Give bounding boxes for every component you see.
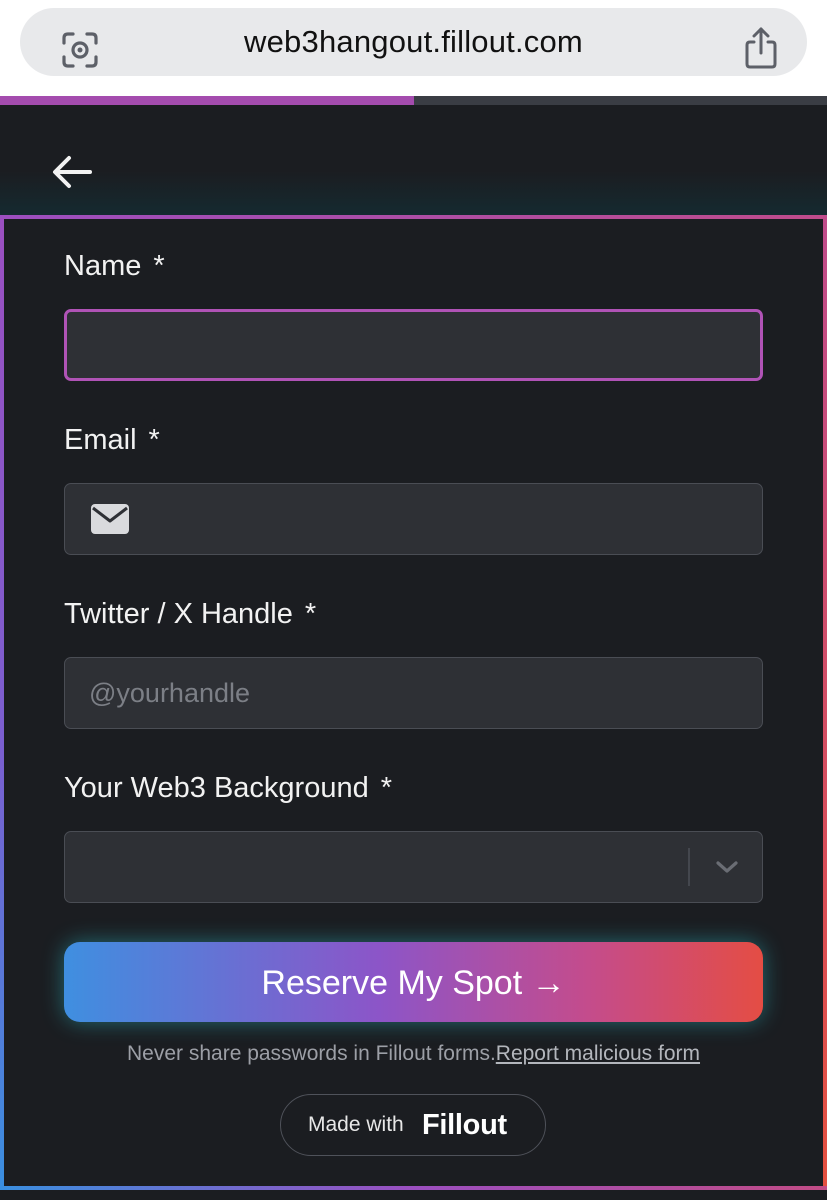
twitter-label-text: Twitter / X Handle [64, 598, 293, 630]
twitter-handle-field[interactable] [64, 657, 763, 729]
name-field[interactable] [64, 309, 763, 381]
name-label: Name * [64, 248, 165, 284]
made-with-fillout-badge[interactable]: Made with Fillout [280, 1094, 546, 1156]
progress-bar [0, 96, 827, 105]
email-input[interactable] [65, 484, 762, 554]
email-required-mark: * [148, 424, 160, 456]
name-input[interactable] [67, 312, 760, 378]
fillout-logo: Fillout [422, 1109, 507, 1141]
email-label-text: Email [64, 424, 137, 456]
select-divider [688, 848, 690, 886]
address-bar[interactable]: web3hangout.fillout.com [20, 8, 807, 76]
form-card-bottom-edge [0, 1186, 827, 1190]
share-icon[interactable] [743, 26, 779, 70]
twitter-handle-input[interactable] [65, 658, 762, 728]
web3-background-label-text: Your Web3 Background [64, 772, 369, 804]
email-label: Email * [64, 422, 160, 458]
url-text: web3hangout.fillout.com [244, 24, 583, 59]
arrow-left-icon[interactable] [50, 150, 94, 194]
disclaimer-text: Never share passwords in Fillout forms. [126, 1042, 496, 1065]
disclaimer: Never share passwords in Fillout forms.R… [0, 1042, 827, 1066]
web3-background-select[interactable] [64, 831, 763, 903]
web3-background-label: Your Web3 Background * [64, 770, 392, 806]
email-field[interactable] [64, 483, 763, 555]
form-header [0, 105, 827, 215]
twitter-required-mark: * [304, 598, 317, 630]
name-required-mark: * [153, 250, 165, 282]
made-with-text: Made with [308, 1113, 404, 1136]
report-malicious-form-link[interactable]: Report malicious form [496, 1042, 700, 1065]
twitter-label: Twitter / X Handle * [64, 596, 316, 632]
browser-toolbar: web3hangout.fillout.com [0, 0, 827, 96]
reserve-spot-button[interactable]: Reserve My Spot → [64, 942, 763, 1022]
chevron-down-icon[interactable] [714, 856, 740, 878]
web3-background-required-mark: * [380, 772, 393, 804]
form-page: Name * Email * Twitter / X Handle * Your We… [0, 96, 827, 1200]
name-label-text: Name [64, 250, 142, 282]
progress-bar-fill [0, 96, 414, 105]
